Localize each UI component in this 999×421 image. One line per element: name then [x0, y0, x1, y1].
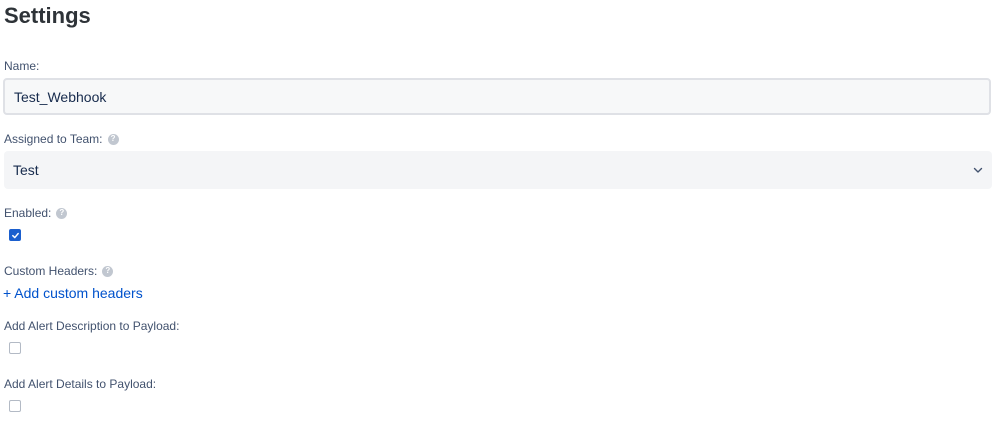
checkmark-icon [11, 232, 19, 238]
help-icon[interactable]: ? [107, 133, 119, 145]
alert-details-label-text: Add Alert Details to Payload: [4, 377, 157, 391]
help-icon[interactable]: ? [56, 207, 68, 219]
alert-description-label: Add Alert Description to Payload: [4, 319, 179, 333]
chevron-down-icon [973, 165, 983, 175]
help-icon[interactable]: ? [102, 265, 114, 277]
add-custom-headers-link[interactable]: + Add custom headers [3, 284, 143, 302]
team-select[interactable]: Test [4, 151, 992, 189]
enabled-label-text: Enabled: [4, 206, 52, 220]
page-title: Settings [4, 3, 91, 28]
alert-details-checkbox[interactable] [9, 400, 21, 412]
team-select-value: Test [13, 162, 39, 178]
enabled-checkbox[interactable] [9, 229, 21, 241]
name-label-text: Name: [4, 59, 40, 73]
alert-details-label: Add Alert Details to Payload: [4, 377, 156, 391]
enabled-label: Enabled: ? [4, 206, 68, 220]
name-input[interactable] [3, 78, 991, 115]
custom-headers-label: Custom Headers: ? [4, 264, 114, 278]
custom-headers-label-text: Custom Headers: [4, 264, 98, 278]
team-label: Assigned to Team: ? [4, 132, 119, 146]
alert-description-label-text: Add Alert Description to Payload: [4, 319, 180, 333]
team-label-text: Assigned to Team: [4, 132, 103, 146]
name-label: Name: [4, 59, 39, 73]
alert-description-checkbox[interactable] [9, 342, 21, 354]
